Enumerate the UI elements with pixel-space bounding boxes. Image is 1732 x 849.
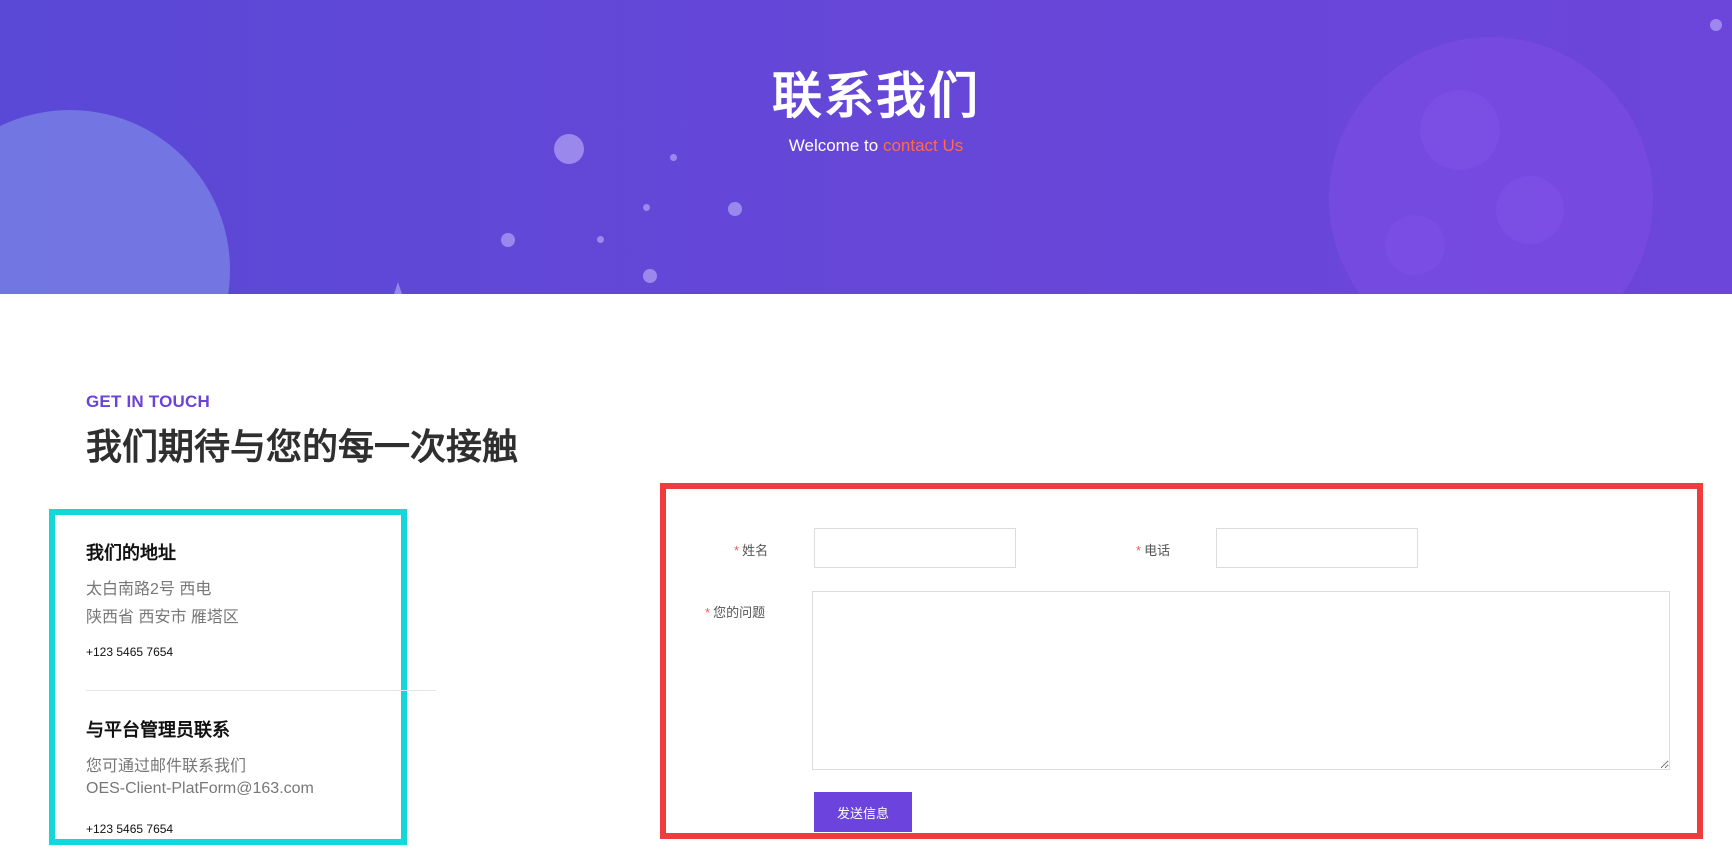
name-label-text: 姓名: [742, 543, 769, 558]
phone-label-text: 电话: [1144, 543, 1171, 558]
required-mark: *: [705, 605, 711, 620]
hero-subtitle: Welcome to contact Us: [0, 136, 1732, 156]
hero-rocket-tip: [394, 282, 402, 294]
section-kicker: GET IN TOUCH: [86, 392, 210, 411]
section-title: 我们期待与您的每一次接触: [86, 427, 519, 468]
send-message-button[interactable]: 发送信息: [814, 792, 912, 832]
hero-title: 联系我们: [772, 67, 980, 125]
question-textarea[interactable]: [812, 591, 1670, 770]
admin-contact-line-1: 您可通过邮件联系我们: [86, 758, 247, 775]
address-title: 我们的地址: [86, 543, 176, 563]
required-mark: *: [734, 543, 740, 558]
hero-crater-3: [1385, 215, 1445, 275]
address-line-2: 陕西省 西安市 雁塔区: [86, 609, 239, 626]
hero-bubble: [643, 269, 657, 283]
name-label: * 姓名: [734, 540, 768, 559]
admin-phone: +123 5465 7654: [86, 822, 174, 836]
hero-bubble: [597, 236, 604, 243]
hero-bubble: [728, 202, 742, 216]
info-divider: [86, 690, 436, 691]
hero-subtitle-prefix: Welcome to: [788, 136, 879, 155]
phone-input[interactable]: [1216, 528, 1418, 568]
admin-email[interactable]: OES-Client-PlatForm@163.com: [86, 780, 314, 798]
hero-crater-2: [1496, 176, 1564, 244]
hero-subtitle-accent: contact Us: [882, 136, 964, 155]
hero-bubble: [501, 233, 515, 247]
address-line-1: 太白南路2号 西电: [86, 581, 212, 598]
question-label-text: 您的问题: [713, 605, 766, 620]
admin-contact-title: 与平台管理员联系: [86, 720, 230, 740]
hero-bubble: [643, 204, 650, 211]
required-mark: *: [1136, 543, 1142, 558]
hero-banner: 联系我们 Welcome to contact Us: [0, 0, 1732, 294]
address-phone: +123 5465 7654: [86, 645, 174, 659]
question-label: * 您的问题: [705, 602, 765, 621]
hero-bubble: [1710, 19, 1722, 31]
phone-label: * 电话: [1136, 540, 1170, 559]
name-input[interactable]: [814, 528, 1016, 568]
